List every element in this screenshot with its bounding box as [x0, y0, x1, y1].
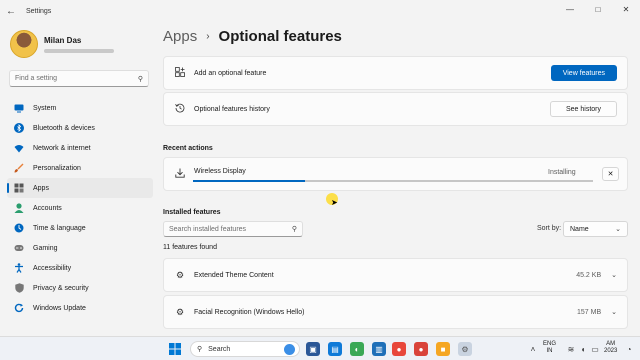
file-explorer-icon[interactable]: ▤ [328, 342, 342, 356]
gear-icon: ⚙ [175, 269, 185, 280]
settings-app-icon[interactable]: ⚙ [458, 342, 472, 356]
breadcrumb-apps-link[interactable]: Apps [163, 28, 197, 45]
gamepad-icon [14, 243, 24, 253]
breadcrumb-separator: › [206, 31, 210, 42]
store-icon[interactable]: ▥ [372, 342, 386, 356]
download-icon [174, 168, 186, 180]
feature-size: 157 MB [577, 308, 602, 316]
sort-by-label: Sort by: [537, 225, 562, 232]
chevron-down-icon[interactable]: ⌄ [611, 271, 617, 279]
battery-icon[interactable]: ▭ [588, 342, 602, 356]
page-title: Optional features [218, 28, 342, 45]
user-profile[interactable]: Milan Das [10, 30, 114, 58]
sort-by-dropdown[interactable]: Name ⌄ [563, 221, 628, 237]
cancel-install-button[interactable]: ✕ [602, 167, 619, 181]
accessibility-icon [14, 263, 24, 273]
profile-email-redacted [44, 48, 114, 53]
sidebar-nav: System Bluetooth & devices Network & int… [7, 98, 153, 318]
chrome-profile-icon[interactable]: ● [414, 342, 428, 356]
edge-icon[interactable]: ◐ [350, 342, 364, 356]
chevron-down-icon[interactable]: ⌄ [611, 308, 617, 316]
sidebar-item-windows-update[interactable]: Windows Update [7, 298, 153, 318]
sidebar-item-apps[interactable]: Apps [7, 178, 153, 198]
minimize-button[interactable]: — [556, 0, 584, 18]
add-feature-card: Add an optional feature View features [163, 56, 628, 90]
feature-size: 45.2 KB [576, 271, 602, 279]
maximize-button[interactable]: □ [584, 0, 612, 18]
apps-icon [14, 183, 24, 193]
title-bar: ← Settings — □ ✕ [0, 0, 640, 22]
install-progress-fill [193, 180, 305, 182]
installed-search-placeholder: Search installed features [169, 225, 247, 233]
breadcrumb: Apps › Optional features [163, 28, 342, 45]
sidebar-item-personalization[interactable]: Personalization [7, 158, 153, 178]
person-icon [14, 203, 24, 213]
update-icon [14, 303, 24, 313]
feature-name: Extended Theme Content [194, 271, 274, 279]
globe-icon [14, 223, 24, 233]
sidebar-item-bluetooth[interactable]: Bluetooth & devices [7, 118, 153, 138]
see-history-button[interactable]: See history [549, 101, 617, 117]
shield-icon [14, 283, 24, 293]
chevron-up-icon[interactable]: ˄ [526, 342, 540, 356]
sidebar-item-system[interactable]: System [7, 98, 153, 118]
close-window-button[interactable]: ✕ [612, 0, 640, 18]
sidebar-item-accounts[interactable]: Accounts [7, 198, 153, 218]
search-icon: ⚲ [291, 226, 297, 233]
view-features-button[interactable]: View features [550, 65, 617, 81]
feature-row[interactable]: ⚙ Extended Theme Content 45.2 KB ⌄ [163, 258, 628, 292]
avatar [10, 30, 38, 58]
back-button[interactable]: ← [0, 0, 22, 22]
sidebar-item-gaming[interactable]: Gaming [7, 238, 153, 258]
sidebar-item-accessibility[interactable]: Accessibility [7, 258, 153, 278]
app-title: Settings [26, 7, 52, 15]
installed-features-search[interactable]: Search installed features ⚲ [163, 221, 303, 237]
recent-actions-title: Recent actions [163, 145, 213, 152]
search-icon: ⚲ [137, 75, 143, 83]
chrome-icon[interactable]: ● [392, 342, 406, 356]
taskbar-search-placeholder: Search [208, 345, 231, 353]
feature-name: Facial Recognition (Windows Hello) [194, 308, 305, 316]
bing-icon [284, 344, 295, 355]
install-progress-bar [193, 180, 593, 182]
search-placeholder: Find a setting [15, 75, 58, 82]
window-controls: — □ ✕ [556, 0, 640, 18]
sidebar-item-privacy[interactable]: Privacy & security [7, 278, 153, 298]
wifi-icon [14, 143, 24, 153]
profile-name: Milan Das [44, 35, 82, 45]
add-feature-label: Add an optional feature [194, 69, 267, 77]
task-view-icon[interactable]: ▣ [306, 342, 320, 356]
app-icon[interactable]: ■ [436, 342, 450, 356]
history-label: Optional features history [194, 105, 270, 113]
history-card: Optional features history See history [163, 92, 628, 126]
add-feature-icon [174, 67, 186, 79]
search-icon: ⚲ [197, 346, 203, 353]
chevron-down-icon: ⌄ [615, 226, 621, 233]
taskbar-search[interactable]: ⚲ Search [190, 341, 300, 357]
sidebar-item-time-language[interactable]: Time & language [7, 218, 153, 238]
search-input[interactable]: Find a setting ⚲ [9, 70, 149, 87]
gear-icon: ⚙ [175, 306, 185, 317]
monitor-icon [14, 103, 24, 113]
taskbar: ⚲ Search ▣ ▤ ◐ ▥ ● ● ■ ⚙ ˄ ENG IN ≋ ◖ ▭ … [0, 336, 640, 360]
mouse-pointer-icon: ➤ [331, 198, 338, 207]
history-icon [174, 103, 186, 115]
sort-by-value: Name [570, 225, 589, 233]
brush-icon [14, 163, 24, 173]
clock[interactable]: AM 2023 [604, 341, 617, 355]
installed-features-title: Installed features [163, 209, 221, 216]
bluetooth-icon [14, 123, 24, 133]
sidebar-item-network[interactable]: Network & internet [7, 138, 153, 158]
install-status: Installing [548, 169, 576, 176]
features-count: 11 features found [163, 244, 217, 251]
language-indicator[interactable]: ENG IN [543, 341, 556, 355]
feature-row[interactable]: ⚙ Facial Recognition (Windows Hello) 157… [163, 295, 628, 329]
notification-icon[interactable]: ◔ [622, 342, 636, 356]
windows-start-icon[interactable] [168, 342, 182, 356]
